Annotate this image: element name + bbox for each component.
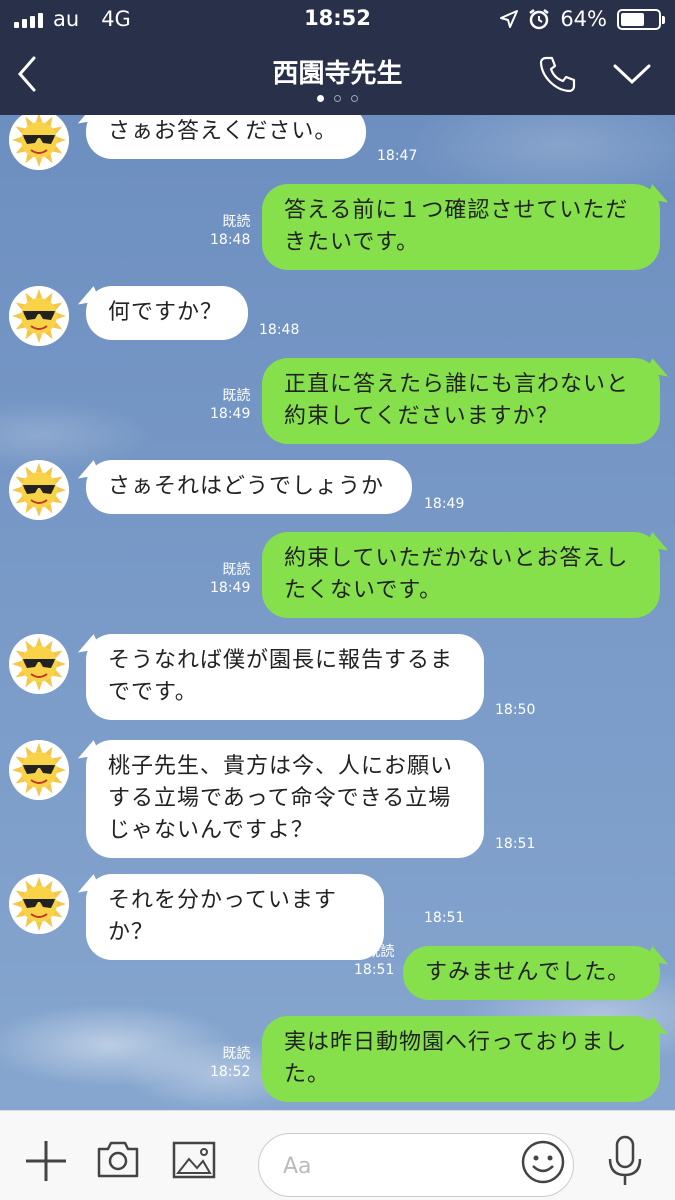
message-text-line: 約束してくださいますか？ xyxy=(284,404,559,429)
message-meta: 既読 18:51 xyxy=(354,943,394,979)
message-bubble[interactable]: さぁそれはどうでしょうか xyxy=(86,460,412,514)
message-bubble[interactable]: 実は昨日動物園へ行っておりまし た。 xyxy=(262,1016,660,1102)
message-text-line: 桃子先生、貴方は今、人にお願い xyxy=(108,754,454,779)
page-dot xyxy=(351,95,358,102)
sender-avatar[interactable] xyxy=(9,634,69,694)
page-dot xyxy=(317,95,324,102)
message-time: 18:49 xyxy=(210,580,251,596)
read-receipt: 既読 xyxy=(222,388,251,404)
message-text-line: た。 xyxy=(284,1062,331,1087)
message-meta: 18:51 xyxy=(495,835,535,853)
battery-percent: 64% xyxy=(560,7,607,31)
battery-icon xyxy=(617,8,665,30)
sender-avatar[interactable] xyxy=(9,874,69,934)
message-text-line: でです。 xyxy=(108,680,198,705)
message-meta: 18:47 xyxy=(377,147,417,165)
message-time: 18:48 xyxy=(259,322,300,338)
message-bubble[interactable]: さぁお答えください。 xyxy=(86,115,366,159)
message-time: 18:47 xyxy=(377,148,418,164)
camera-icon[interactable] xyxy=(96,1139,140,1179)
chat-history[interactable]: さぁお答えください。 18:47 答える前に１つ確認させていただ きたいです。 既読 18… xyxy=(0,115,675,1110)
read-receipt: 既読 xyxy=(366,944,395,960)
page-indicator xyxy=(0,95,675,102)
message-time: 18:51 xyxy=(354,962,395,978)
message-text-line: じゃないんですよ？ xyxy=(108,818,314,843)
message-text-line: 約束していただかないとお答えし xyxy=(284,546,629,571)
read-receipt: 既読 xyxy=(222,1046,251,1062)
message-bubble[interactable]: 約束していただかないとお答えし たくないです。 xyxy=(262,532,660,618)
message-time: 18:52 xyxy=(210,1064,251,1080)
message-text-line: 答える前に１つ確認させていただ xyxy=(284,198,629,223)
message-text-line: さぁお答えください。 xyxy=(108,119,338,144)
message-bubble[interactable]: 正直に答えたら誰にも言わないと 約束してくださいますか？ xyxy=(262,358,660,444)
chevron-down-icon[interactable] xyxy=(612,62,652,86)
page-dot xyxy=(334,95,341,102)
message-meta: 既読 18:52 xyxy=(210,1045,250,1081)
message-text-line: きたいです。 xyxy=(284,230,420,255)
message-bubble[interactable]: そうなれば僕が園長に報告するま でです。 xyxy=(86,634,484,720)
message-text-line: すみませんでした。 xyxy=(425,960,631,985)
message-meta: 既読 18:49 xyxy=(210,387,250,423)
nav-bar: 西園寺先生 xyxy=(0,40,675,115)
plus-icon[interactable] xyxy=(24,1139,68,1183)
message-text-line: 何ですか？ xyxy=(108,300,224,325)
phone-icon[interactable] xyxy=(538,54,578,94)
message-text-line: たくないです。 xyxy=(284,578,443,603)
message-time: 18:49 xyxy=(210,406,251,422)
message-time: 18:51 xyxy=(495,836,536,852)
message-meta: 18:49 xyxy=(424,495,464,513)
message-time: 18:51 xyxy=(424,910,465,926)
message-text-line: そうなれば僕が園長に報告するま xyxy=(108,648,454,673)
message-time: 18:48 xyxy=(210,232,251,248)
message-bubble[interactable]: すみませんでした。 xyxy=(403,946,660,1000)
sender-avatar[interactable] xyxy=(9,286,69,346)
sender-avatar[interactable] xyxy=(9,115,69,170)
status-bar: au 4G 18:52 64% xyxy=(0,0,675,38)
message-text-line: さぁそれはどうでしょうか xyxy=(108,474,385,499)
message-time: 18:49 xyxy=(424,496,465,512)
message-meta: 18:51 xyxy=(424,909,464,927)
message-bubble[interactable]: 答える前に１つ確認させていただ きたいです。 xyxy=(262,184,660,270)
chat-header: au 4G 18:52 64% 西園寺先生 xyxy=(0,0,675,115)
input-bar: Aa xyxy=(0,1110,675,1200)
message-bubble[interactable]: 桃子先生、貴方は今、人にお願い する立場であって命令できる立場 じゃないんですよ？ xyxy=(86,740,484,858)
location-arrow-icon xyxy=(500,10,519,28)
read-receipt: 既読 xyxy=(222,214,251,230)
message-text-line: 実は昨日動物園へ行っておりまし xyxy=(284,1030,628,1055)
message-meta: 既読 18:49 xyxy=(210,561,250,597)
message-meta: 18:48 xyxy=(259,321,299,339)
message-text-line: する立場であって命令できる立場 xyxy=(108,786,452,811)
sender-avatar[interactable] xyxy=(9,740,69,800)
input-placeholder: Aa xyxy=(283,1154,312,1179)
image-icon[interactable] xyxy=(172,1141,216,1179)
sender-avatar[interactable] xyxy=(9,460,69,520)
alarm-icon xyxy=(529,9,550,30)
message-meta: 既読 18:48 xyxy=(210,213,250,249)
message-text-line: それを分かっていますか？ xyxy=(108,888,337,945)
message-bubble[interactable]: 何ですか？ xyxy=(86,286,248,340)
message-bubble[interactable]: それを分かっていますか？ xyxy=(86,874,384,960)
microphone-icon[interactable] xyxy=(607,1135,643,1187)
message-meta: 18:50 xyxy=(495,701,535,719)
smiley-icon[interactable] xyxy=(520,1139,566,1185)
message-time: 18:50 xyxy=(495,702,536,718)
read-receipt: 既読 xyxy=(222,562,251,578)
message-text-line: 正直に答えたら誰にも言わないと xyxy=(284,372,630,397)
